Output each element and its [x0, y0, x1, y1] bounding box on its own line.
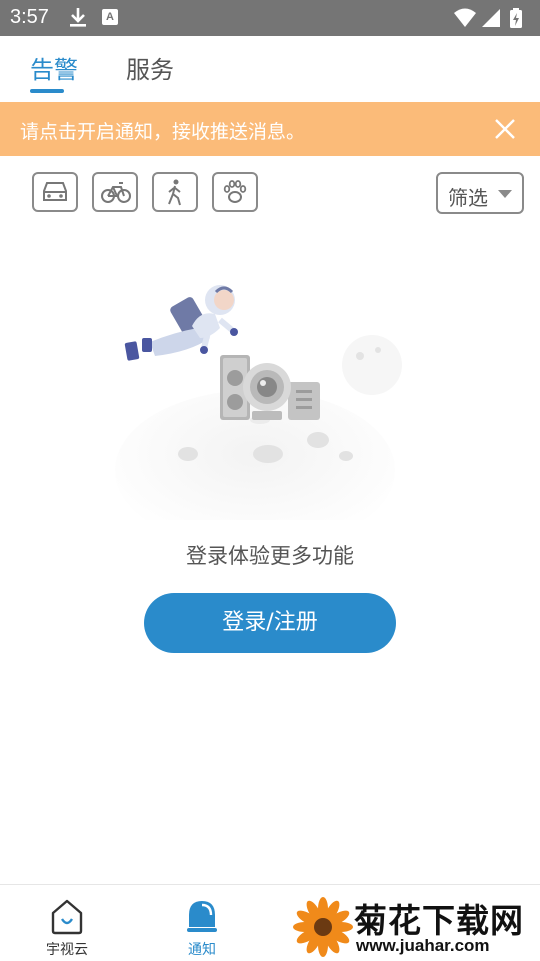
empty-state-illustration: [110, 270, 430, 550]
nav-label-notification: 通知: [188, 942, 216, 958]
a-notification-icon: A: [102, 9, 118, 25]
filter-pedestrian-button[interactable]: [152, 172, 198, 212]
flower-logo-icon: [293, 897, 353, 957]
nav-label-yushiyun: 宇视云: [46, 942, 88, 958]
chevron-down-icon: [498, 190, 512, 198]
battery-charging-icon: [510, 8, 522, 28]
notification-banner[interactable]: 请点击开启通知，接收推送消息。: [0, 102, 540, 156]
download-icon: [68, 6, 88, 32]
empty-state-message: 登录体验更多功能: [186, 544, 354, 568]
home-icon: [51, 899, 83, 935]
filter-bicycle-button[interactable]: [92, 172, 138, 212]
pedestrian-icon: [168, 179, 181, 206]
login-register-button[interactable]: 登录/注册: [144, 593, 396, 653]
watermark-url: www.juahar.com: [356, 936, 490, 955]
filter-select[interactable]: 筛选: [436, 172, 524, 214]
filter-bar: 筛选: [0, 172, 540, 216]
watermark: 菊花下载网 www.juahar.com: [292, 892, 540, 960]
filter-vehicle-button[interactable]: [32, 172, 78, 212]
close-icon[interactable]: [492, 116, 518, 142]
status-right-icons: [452, 7, 532, 33]
tab-active-indicator: [30, 89, 64, 93]
paw-icon: [223, 180, 247, 203]
wifi-icon: [454, 8, 476, 27]
tab-alarm[interactable]: 告警: [30, 50, 78, 85]
bell-icon: [187, 901, 217, 932]
status-bar: 3:57 A: [0, 0, 540, 36]
tab-service[interactable]: 服务: [126, 50, 174, 85]
nav-item-notification[interactable]: 通知: [157, 885, 247, 961]
status-time: 3:57: [10, 6, 49, 28]
filter-select-label: 筛选: [448, 186, 488, 210]
filter-animal-button[interactable]: [212, 172, 258, 212]
banner-text: 请点击开启通知，接收推送消息。: [20, 121, 306, 143]
tab-bar: 告警 服务: [0, 36, 540, 100]
watermark-title: 菊花下载网: [354, 901, 524, 940]
nav-item-yushiyun[interactable]: 宇视云: [22, 885, 112, 961]
car-icon: [43, 182, 67, 201]
bicycle-icon: [101, 182, 131, 203]
signal-icon: [482, 9, 500, 27]
